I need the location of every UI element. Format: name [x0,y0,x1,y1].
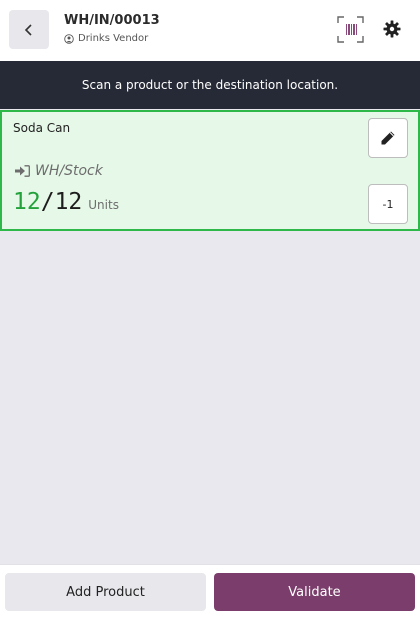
back-button[interactable] [9,10,49,49]
move-line-card[interactable]: Soda Can WH/Stock 12 / 12 Units -1 [0,110,420,231]
user-circle-icon [64,33,74,44]
scan-instruction-banner: Scan a product or the destination locati… [0,61,420,109]
sign-in-icon [15,165,30,177]
partner-name-row: Drinks Vendor [64,33,148,44]
top-navbar: WH/IN/00013 Drinks Vendor [0,0,420,62]
quantity-demand: 12 [54,189,83,215]
barcode-scan-icon [337,16,364,43]
destination-location: WH/Stock [15,163,103,179]
partner-name: Drinks Vendor [78,33,149,44]
edit-line-button[interactable] [368,118,408,158]
location-name: WH/Stock [35,163,103,179]
scan-instruction-text: Scan a product or the destination locati… [81,78,339,92]
picking-reference: WH/IN/00013 [64,13,160,28]
pencil-icon [381,131,395,145]
barcode-scan-button[interactable] [337,16,364,43]
action-footer: Add Product Validate [0,564,420,618]
settings-button[interactable] [381,18,403,40]
validate-button[interactable]: Validate [214,573,415,611]
add-product-button[interactable]: Add Product [5,573,206,611]
quantity-separator: / [40,189,55,215]
quantity-row: 12 / 12 Units [13,189,119,215]
quantity-done: 12 [13,189,41,215]
gear-icon [383,20,401,38]
decrement-quantity-button[interactable]: -1 [368,184,408,224]
chevron-left-icon [24,23,32,36]
unit-of-measure: Units [88,198,119,212]
product-name: Soda Can [13,121,71,135]
